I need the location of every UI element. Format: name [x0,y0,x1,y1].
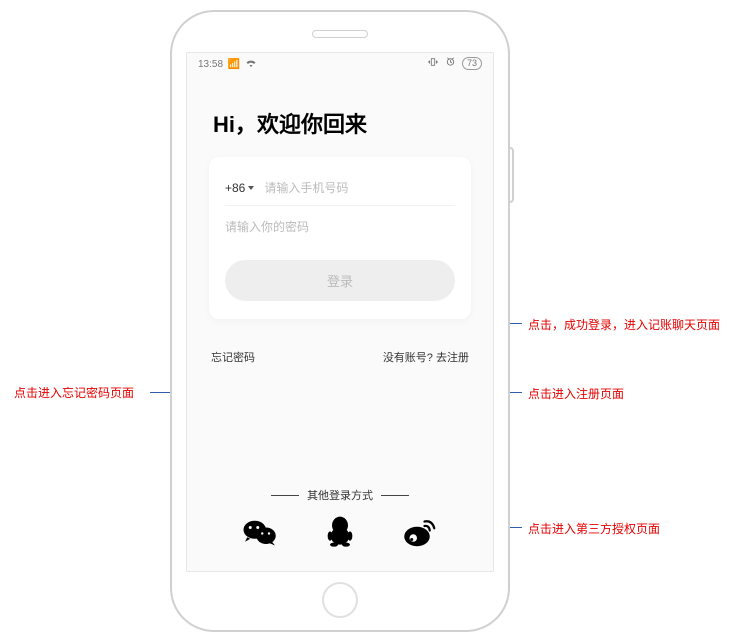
qq-icon[interactable] [322,517,358,547]
login-button[interactable]: 登录 [225,260,455,301]
wechat-icon[interactable] [242,517,278,547]
social-row [187,517,493,547]
annotation-weibo: 点击进入第三方授权页面 [528,520,660,537]
vibrate-icon [427,57,439,70]
phone-speaker [312,30,368,38]
country-code-selector[interactable]: +86 [225,181,254,195]
login-card: +86 登录 [209,157,471,319]
password-row [225,210,455,244]
register-link[interactable]: 去注册 [436,352,469,364]
annotation-login: 点击，成功登录，进入记账聊天页面 [528,316,720,333]
battery-indicator: 73 [462,57,482,70]
phone-input[interactable] [264,181,455,195]
home-button [322,582,358,618]
phone-frame: 13:58 📶 73 Hi，欢迎你回来 [170,10,510,632]
status-right: 73 [426,56,483,70]
other-login-section: 其他登录方式 [187,487,493,547]
content: Hi，欢迎你回来 +86 登录 忘记密码 没有账号? [187,73,493,365]
screen: 13:58 📶 73 Hi，欢迎你回来 [186,52,494,572]
chevron-down-icon [248,186,254,190]
wifi-icon [245,59,257,70]
alarm-icon [445,56,456,70]
phone-side-button [510,147,514,203]
annotation-register: 点击进入注册页面 [528,385,624,402]
status-time: 13:58 [198,59,223,70]
phone-row: +86 [225,171,455,206]
country-code-text: +86 [225,181,245,195]
status-bar: 13:58 📶 73 [187,53,493,73]
forgot-password-link[interactable]: 忘记密码 [211,349,255,365]
page-title: Hi，欢迎你回来 [213,107,471,139]
links-row: 忘记密码 没有账号? 去注册 [209,349,471,365]
weibo-icon[interactable] [402,517,438,547]
register-group: 没有账号? 去注册 [383,349,469,365]
annotation-forgot: 点击进入忘记密码页面 [14,384,134,401]
password-input[interactable] [225,220,455,234]
signal-icon: 📶 [228,59,240,70]
other-login-title: 其他登录方式 [187,487,493,503]
status-left: 13:58 📶 [197,57,258,70]
no-account-text: 没有账号? [383,352,433,364]
other-login-label: 其他登录方式 [307,487,373,503]
